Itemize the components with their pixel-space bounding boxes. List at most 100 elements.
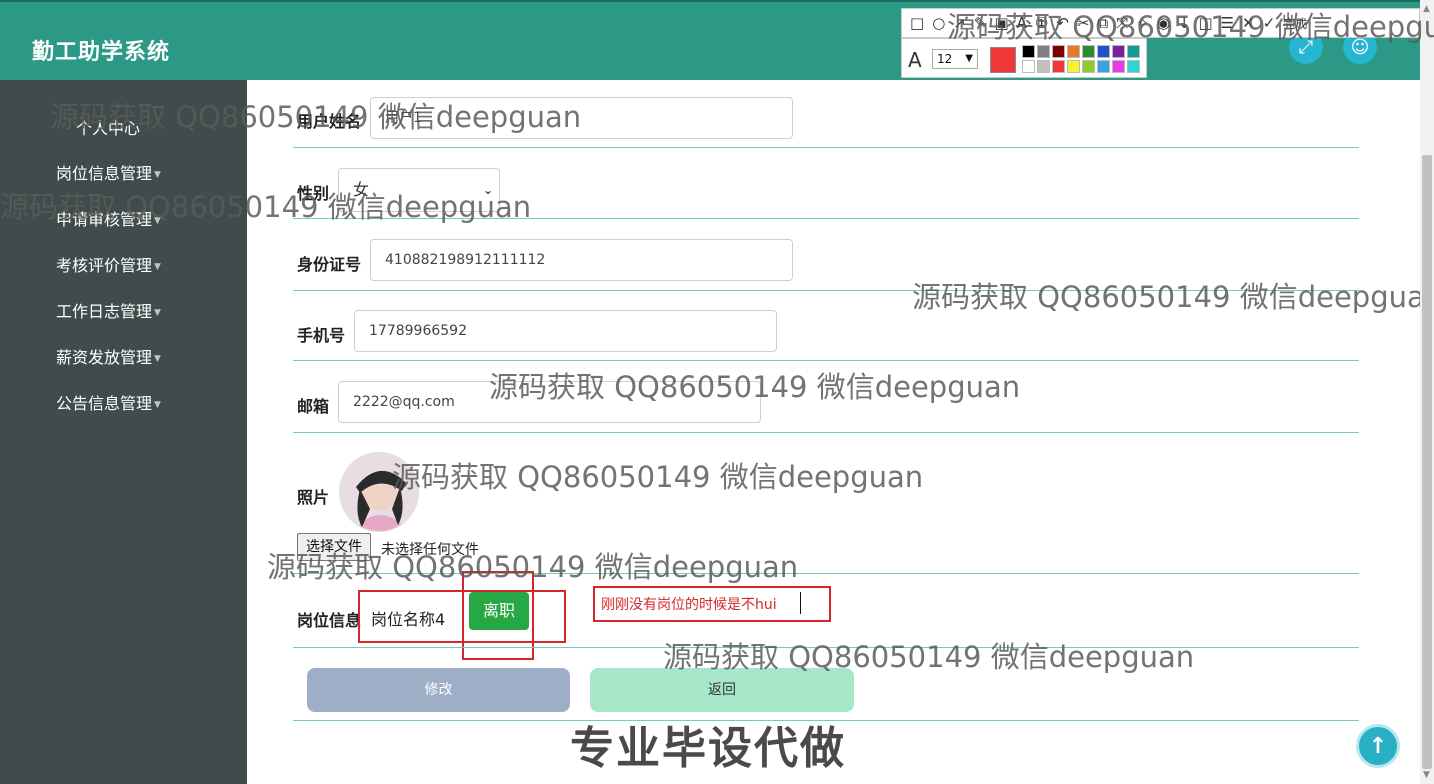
back-to-top-button[interactable]: ↑ [1356,724,1400,768]
color-swatch[interactable] [1037,60,1050,73]
name-field[interactable]: 用户1 [370,97,793,139]
record-icon[interactable]: ◉ [1157,14,1170,32]
sidebar-item-job-info[interactable]: 岗位信息管理 ▼ [56,160,161,184]
current-color-swatch[interactable] [990,47,1016,73]
color-swatch[interactable] [1097,45,1110,58]
caret-down-icon: ▼ [154,307,161,318]
divider [293,218,1359,219]
color-swatch[interactable] [1097,60,1110,73]
sidebar-item-announcement[interactable]: 公告信息管理 ▼ [56,390,161,414]
color-swatch[interactable] [1052,60,1065,73]
annotation-toolbar: □ ○ ↗ ✎ ▣ A ① ↶ ✂ ⧉ ⤧ ✧ ◉ ↓ ◫ ☰ ✕ ✓ 完成 [901,8,1420,38]
sidebar-item-label: 薪资发放管理 [56,348,153,367]
email-field[interactable]: 2222@qq.com [338,381,761,423]
ellipse-tool-icon[interactable]: ○ [932,14,945,32]
page-scrollbar[interactable]: ▲ ▼ [1420,0,1434,784]
app-title: 勤工助学系统 [32,40,171,65]
color-palette [1022,45,1140,73]
divider [293,290,1359,291]
menu-icon[interactable]: ☰ [1221,14,1234,32]
scrollbar-thumb[interactable] [1422,155,1432,769]
promo-caption: 专业毕设代做 [570,723,846,774]
font-icon: A [908,48,922,72]
cut-icon[interactable]: ✂ [1077,14,1090,32]
sidebar-item-application-review[interactable]: 申请审核管理 ▼ [56,206,161,230]
gender-value: 女 [353,180,370,199]
sidebar: 个人中心 岗位信息管理 ▼ 申请审核管理 ▼ 考核评价管理 ▼ 工作日志管理 ▼ 薪资发… [0,80,247,784]
phone-label: 手机号 [297,326,346,345]
color-swatch[interactable] [1127,45,1140,58]
done-label[interactable]: 完成 [1283,15,1307,32]
pen-tool-icon[interactable]: ✎ [974,14,987,32]
rectangle-tool-icon[interactable]: □ [910,14,924,32]
number-tool-icon[interactable]: ① [1035,14,1048,32]
mosaic-tool-icon[interactable]: ▣ [994,14,1008,32]
scroll-down-arrow-icon[interactable]: ▼ [1423,770,1430,780]
sidebar-item-label: 申请审核管理 [56,210,153,229]
email-label: 邮箱 [297,397,330,416]
name-label: 用户姓名 [297,112,362,131]
divider [293,647,1359,648]
color-swatch[interactable] [1112,45,1125,58]
sidebar-item-label: 考核评价管理 [56,256,153,275]
caret-down-icon: ▼ [154,215,161,226]
arrow-up-icon: ↑ [1368,733,1388,759]
scroll-up-arrow-icon[interactable]: ▲ [1423,4,1430,14]
modify-button[interactable]: 修改 [307,668,570,712]
arrow-tool-icon[interactable]: ↗ [953,14,966,32]
color-swatch[interactable] [1082,60,1095,73]
close-icon[interactable]: ✕ [1242,14,1255,32]
caret-down-icon: ▼ [154,399,161,410]
copy-icon[interactable]: ⧉ [1098,14,1109,32]
divider [293,432,1359,433]
pin-icon[interactable]: ✧ [1136,14,1149,32]
profile-form: 用户姓名 用户1 性别 女 ⌄ 身份证号 410882198912111112 手… [247,80,1420,784]
avatar [339,452,419,532]
color-swatch[interactable] [1067,60,1080,73]
window-icon[interactable]: ◫ [1198,14,1212,32]
color-swatch[interactable] [1037,45,1050,58]
sidebar-item-salary[interactable]: 薪资发放管理 ▼ [56,344,161,368]
divider [293,147,1359,148]
caret-down-icon: ▼ [154,261,161,272]
gender-label: 性别 [297,184,330,203]
sidebar-item-work-log[interactable]: 工作日志管理 ▼ [56,298,161,322]
phone-field[interactable]: 17789966592 [354,310,777,352]
caret-down-icon: ▼ [154,169,161,180]
color-swatch[interactable] [1112,60,1125,73]
photo-label: 照片 [297,488,330,507]
undo-icon[interactable]: ↶ [1056,14,1069,32]
sidebar-item-label: 工作日志管理 [56,302,153,321]
chevron-down-icon: ⌄ [482,183,493,197]
choose-file-button[interactable]: 选择文件 [297,533,371,561]
annotation-note: 刚刚没有岗位的时候是不hui [601,597,777,613]
chevron-down-icon: ▼ [965,53,973,64]
download-icon[interactable]: ↓ [1178,14,1191,32]
id-card-label: 身份证号 [297,255,362,274]
sidebar-item-label: 岗位信息管理 [56,164,153,183]
back-button[interactable]: 返回 [590,668,854,712]
color-swatch[interactable] [1082,45,1095,58]
file-status-text: 未选择任何文件 [381,542,479,558]
gender-select[interactable]: 女 ⌄ [338,168,500,212]
color-swatch[interactable] [1067,45,1080,58]
sidebar-item-personal-center[interactable]: 个人中心 [76,115,140,139]
color-swatch[interactable] [1052,45,1065,58]
color-swatch[interactable] [1022,45,1035,58]
sidebar-item-label: 个人中心 [76,119,141,138]
annotation-style-panel: A 12 ▼ [901,38,1147,78]
sidebar-item-label: 公告信息管理 [56,394,153,413]
font-size-value: 12 [937,52,953,66]
color-swatch[interactable] [1127,60,1140,73]
sidebar-item-evaluation[interactable]: 考核评价管理 ▼ [56,252,161,276]
text-cursor [800,592,801,614]
color-swatch[interactable] [1022,60,1035,73]
avatar-image [340,453,418,531]
id-card-field[interactable]: 410882198912111112 [370,239,793,281]
confirm-icon[interactable]: ✓ [1263,14,1276,32]
text-tool-icon[interactable]: A [1017,14,1027,32]
font-size-select[interactable]: 12 ▼ [932,49,978,69]
position-label: 岗位信息 [297,611,362,630]
resize-icon[interactable]: ⤧ [1116,14,1128,32]
divider [293,573,1359,574]
